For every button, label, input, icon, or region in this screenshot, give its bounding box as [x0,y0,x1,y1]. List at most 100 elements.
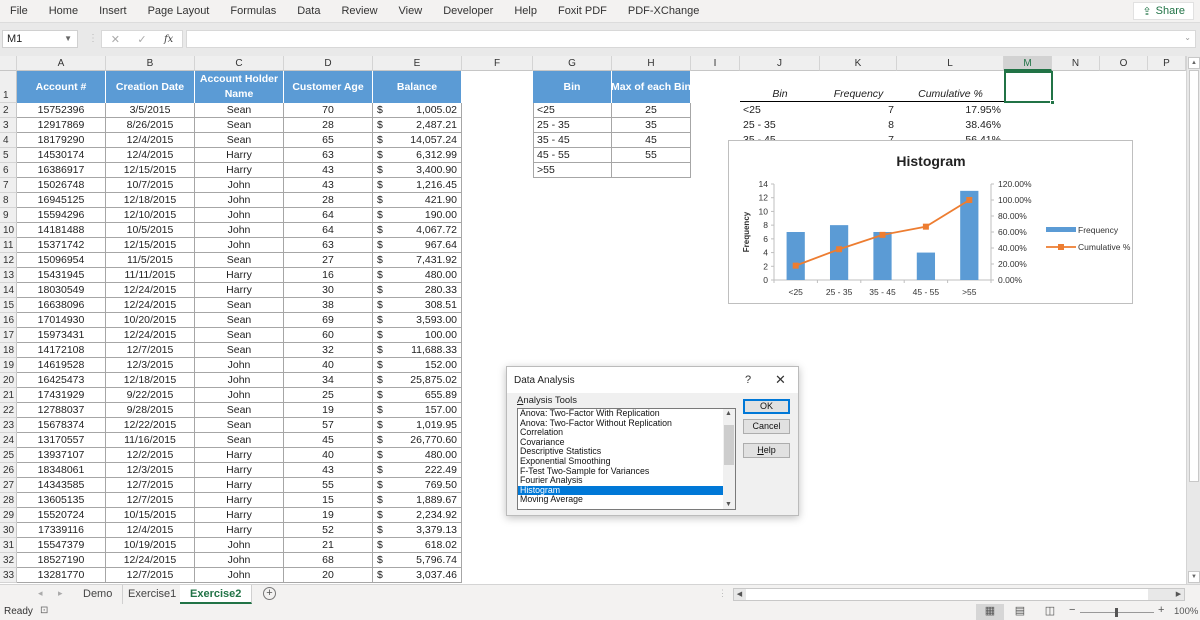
balance-cell[interactable]: $3,379.13 [373,523,462,538]
balance-cell[interactable]: $6,312.99 [373,148,462,163]
row-header-11[interactable]: 11 [0,238,17,253]
account-cell[interactable]: 12/10/2015 [106,208,195,223]
account-cell[interactable]: 40 [284,358,373,373]
bin-max-cell[interactable]: 55 [612,148,691,163]
bin-label-cell[interactable]: 45 - 55 [533,148,612,163]
balance-cell[interactable]: $3,400.90 [373,163,462,178]
row-header-13[interactable]: 13 [0,268,17,283]
row-header-5[interactable]: 5 [0,148,17,163]
row-header-33[interactable]: 33 [0,568,17,583]
account-cell[interactable]: 17339116 [17,523,106,538]
account-cell[interactable]: Harry [195,283,284,298]
column-header-j[interactable]: J [740,56,820,71]
cancel-button[interactable]: Cancel [743,419,790,434]
account-cell[interactable]: 12/24/2015 [106,283,195,298]
freq-count-cell[interactable]: 7 [820,103,897,118]
row-header-16[interactable]: 16 [0,313,17,328]
help-icon[interactable]: ? [745,374,751,386]
account-cell[interactable]: 16 [284,268,373,283]
account-cell[interactable]: 10/7/2015 [106,178,195,193]
menu-page-layout[interactable]: Page Layout [138,5,221,17]
account-cell[interactable]: John [195,208,284,223]
row-header-19[interactable]: 19 [0,358,17,373]
account-cell[interactable]: 12/3/2015 [106,358,195,373]
row-header-25[interactable]: 25 [0,448,17,463]
zoom-out-icon[interactable]: − [1069,604,1075,616]
account-cell[interactable]: 12/4/2015 [106,133,195,148]
account-cell[interactable]: 12/24/2015 [106,298,195,313]
zoom-in-icon[interactable]: + [1158,604,1164,616]
zoom-slider-knob[interactable] [1115,608,1118,617]
histogram-chart[interactable]: Histogram 0 2 4 6 8 10 12 14 Frequency 0.00% 20.00%… [728,140,1133,304]
column-header-e[interactable]: E [373,56,462,71]
column-header-b[interactable]: B [106,56,195,71]
account-cell[interactable]: 14619528 [17,358,106,373]
sheet-tab-demo[interactable]: Demo [73,585,124,604]
account-cell[interactable]: 11/11/2015 [106,268,195,283]
account-cell[interactable]: 12/24/2015 [106,328,195,343]
account-cell[interactable]: 12/22/2015 [106,418,195,433]
account-cell[interactable]: 45 [284,433,373,448]
freq-header-frequency[interactable]: Frequency [820,87,897,102]
account-cell[interactable]: 15678374 [17,418,106,433]
row-header-23[interactable]: 23 [0,418,17,433]
row-header-14[interactable]: 14 [0,283,17,298]
account-cell[interactable]: Sean [195,418,284,433]
account-cell[interactable]: 16425473 [17,373,106,388]
account-cell[interactable]: Harry [195,523,284,538]
balance-cell[interactable]: $769.50 [373,478,462,493]
account-cell[interactable]: 64 [284,223,373,238]
balance-cell[interactable]: $100.00 [373,328,462,343]
balance-cell[interactable]: $655.89 [373,388,462,403]
account-cell[interactable]: 8/26/2015 [106,118,195,133]
macro-recording-icon[interactable]: ⊡ [40,605,48,616]
column-header-o[interactable]: O [1100,56,1148,71]
freq-header-cumulative[interactable]: Cumulative % [897,87,1004,102]
balance-cell[interactable]: $5,796.74 [373,553,462,568]
account-cell[interactable]: John [195,568,284,583]
menu-home[interactable]: Home [39,5,89,17]
account-cell[interactable]: 14530174 [17,148,106,163]
ok-button[interactable]: OK [743,399,790,414]
horizontal-scroll-thumb[interactable] [746,589,1148,600]
account-cell[interactable]: 57 [284,418,373,433]
row-header-20[interactable]: 20 [0,373,17,388]
account-cell[interactable]: John [195,538,284,553]
account-cell[interactable]: Sean [195,133,284,148]
sheet-tab-exercise1[interactable]: Exercise1 [118,585,188,604]
scroll-down-icon[interactable]: ▼ [1188,571,1200,583]
account-cell[interactable]: 12/18/2015 [106,193,195,208]
account-cell[interactable]: Sean [195,118,284,133]
account-cell[interactable]: 3/5/2015 [106,103,195,118]
balance-cell[interactable]: $480.00 [373,268,462,283]
balance-cell[interactable]: $308.51 [373,298,462,313]
close-icon[interactable]: ✕ [775,372,786,388]
menu-help[interactable]: Help [504,5,548,17]
row-header-29[interactable]: 29 [0,508,17,523]
freq-cumulative-cell[interactable]: 38.46% [897,118,1004,133]
list-scroll-thumb[interactable] [724,425,734,465]
account-cell[interactable]: Sean [195,343,284,358]
fill-handle[interactable] [1050,100,1055,105]
column-header-l[interactable]: L [897,56,1004,71]
row-header-32[interactable]: 32 [0,553,17,568]
account-cell[interactable]: 69 [284,313,373,328]
account-cell[interactable]: 13605135 [17,493,106,508]
menu-developer[interactable]: Developer [433,5,504,17]
column-header-c[interactable]: C [195,56,284,71]
expand-formula-icon[interactable]: ⌄ [1184,33,1191,42]
bin-max-cell[interactable]: 35 [612,118,691,133]
freq-bin-cell[interactable]: 25 - 35 [740,118,820,133]
list-scrollbar[interactable]: ▲ ▼ [723,409,735,509]
account-cell[interactable]: 15 [284,493,373,508]
row-header-18[interactable]: 18 [0,343,17,358]
row-header-24[interactable]: 24 [0,433,17,448]
column-header-h[interactable]: H [612,56,691,71]
scroll-left-icon[interactable]: ◀ [734,589,745,600]
add-sheet-button[interactable]: + [263,587,276,600]
row-header-17[interactable]: 17 [0,328,17,343]
account-cell[interactable]: Harry [195,148,284,163]
bin-max-cell[interactable]: 25 [612,103,691,118]
row-header-8[interactable]: 8 [0,193,17,208]
column-header-k[interactable]: K [820,56,897,71]
